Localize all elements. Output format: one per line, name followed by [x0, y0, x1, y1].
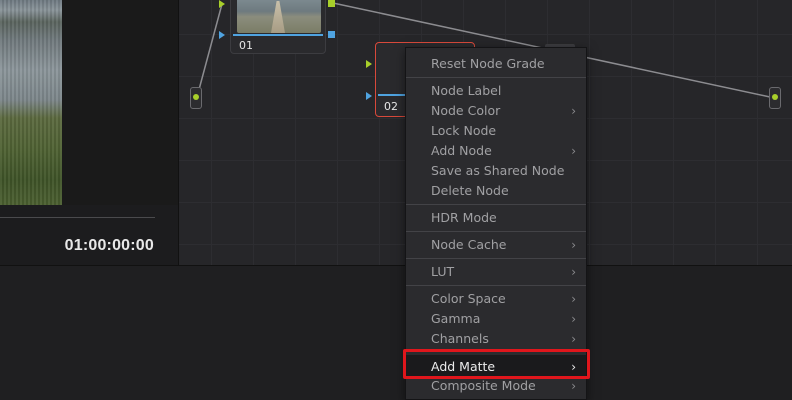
menu-item-label: Channels — [431, 331, 489, 346]
menu-separator — [406, 204, 586, 205]
output-endpoint[interactable] — [769, 87, 781, 109]
node-connections — [196, 2, 771, 98]
menu-item-add-node[interactable]: Add Node › — [406, 141, 586, 161]
node-01-bar — [233, 34, 323, 36]
menu-item-label: Node Cache — [431, 237, 507, 252]
menu-item-label: Reset Node Grade — [431, 56, 545, 71]
chevron-right-icon: › — [571, 379, 576, 393]
wire-source-to-node-01 — [196, 3, 223, 98]
menu-item-label: HDR Mode — [431, 210, 497, 225]
node-01-thumbnail — [237, 0, 321, 33]
menu-item-color-space[interactable]: Color Space › — [406, 289, 586, 309]
menu-item-label: Node Label — [431, 83, 502, 98]
menu-separator — [406, 258, 586, 259]
node-01[interactable]: 01 — [230, 0, 326, 54]
chevron-right-icon: › — [571, 312, 576, 326]
menu-item-delete-node[interactable]: Delete Node — [406, 181, 586, 201]
source-port-dot — [193, 94, 199, 100]
output-port-dot — [772, 94, 778, 100]
menu-item-node-cache[interactable]: Node Cache › — [406, 235, 586, 255]
menu-item-label: Composite Mode — [431, 378, 536, 393]
menu-separator — [406, 285, 586, 286]
menu-item-channels[interactable]: Channels › — [406, 329, 586, 349]
menu-item-lut[interactable]: LUT › — [406, 262, 586, 282]
menu-item-label: Color Space — [431, 291, 506, 306]
chevron-right-icon: › — [571, 292, 576, 306]
menu-item-composite-mode[interactable]: Composite Mode › — [406, 376, 586, 396]
menu-item-label: Delete Node — [431, 183, 509, 198]
bottom-panel — [0, 266, 792, 400]
menu-item-gamma[interactable]: Gamma › — [406, 309, 586, 329]
menu-separator — [406, 77, 586, 78]
menu-item-reset-node-grade[interactable]: Reset Node Grade — [406, 54, 586, 74]
chevron-right-icon: › — [571, 144, 576, 158]
node-01-rgb-input[interactable] — [219, 0, 225, 8]
node-02-bar — [378, 94, 408, 96]
menu-item-label: Node Color — [431, 103, 501, 118]
node-01-key-output[interactable] — [328, 31, 335, 38]
node-context-menu: Reset Node Grade Node Label Node Color ›… — [405, 47, 587, 400]
source-endpoint[interactable] — [190, 87, 202, 109]
node-02-rgb-input[interactable] — [366, 60, 372, 68]
menu-item-label: Lock Node — [431, 123, 497, 138]
node-01-key-input[interactable] — [219, 31, 225, 39]
menu-item-node-color[interactable]: Node Color › — [406, 101, 586, 121]
chevron-right-icon: › — [571, 104, 576, 118]
menu-item-lock-node[interactable]: Lock Node — [406, 121, 586, 141]
menu-item-hdr-mode[interactable]: HDR Mode — [406, 208, 586, 228]
menu-item-node-label[interactable]: Node Label — [406, 81, 586, 101]
annotation-highlight-box — [403, 349, 590, 379]
menu-item-label: Add Node — [431, 143, 492, 158]
node-01-rgb-output[interactable] — [328, 0, 335, 7]
chevron-right-icon: › — [571, 238, 576, 252]
menu-item-label: Gamma — [431, 311, 481, 326]
node-01-label: 01 — [239, 39, 253, 52]
node-02-key-input[interactable] — [366, 92, 372, 100]
chevron-right-icon: › — [571, 265, 576, 279]
menu-separator — [406, 231, 586, 232]
menu-item-label: Save as Shared Node — [431, 163, 565, 178]
menu-item-save-as-shared-node[interactable]: Save as Shared Node — [406, 161, 586, 181]
chevron-right-icon: › — [571, 332, 576, 346]
menu-item-label: LUT — [431, 264, 455, 279]
node-02-label: 02 — [384, 100, 398, 113]
